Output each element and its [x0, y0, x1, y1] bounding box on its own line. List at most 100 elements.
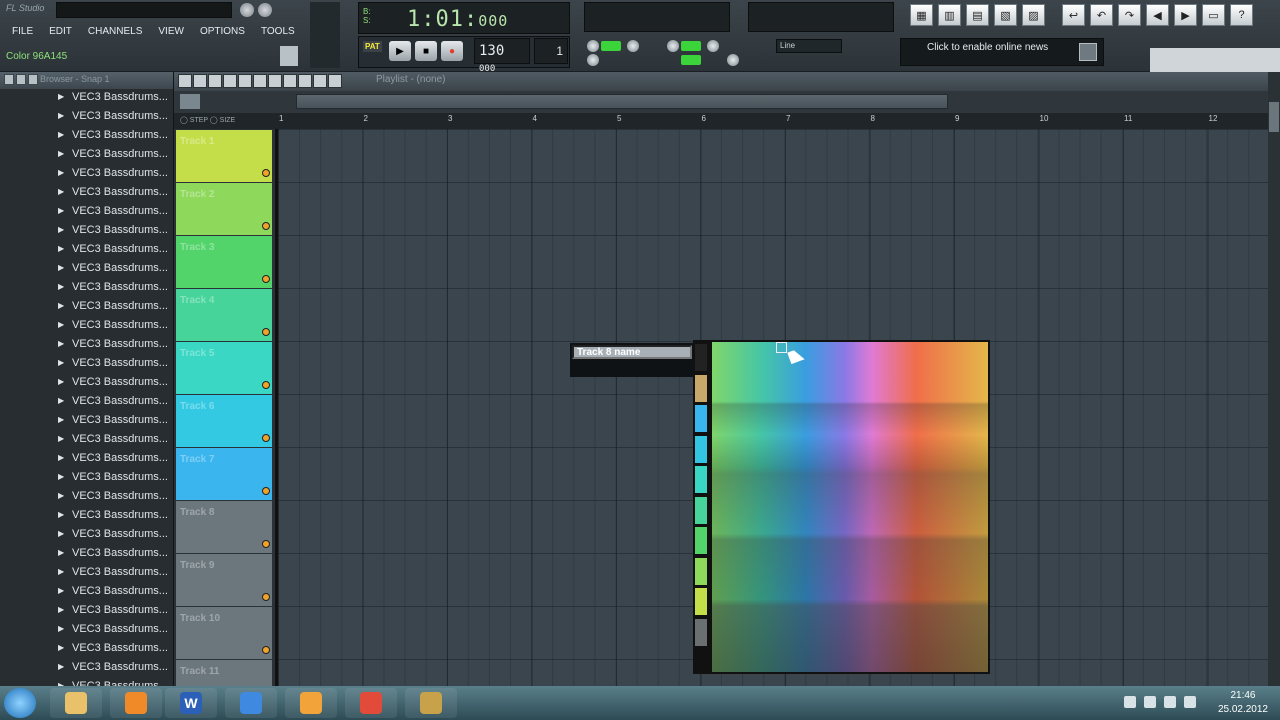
browser-item[interactable]: VEC3 Bassdrums...: [0, 678, 173, 686]
browser-window-icon[interactable]: ▧: [994, 4, 1017, 26]
track-mute-led-icon[interactable]: [262, 434, 270, 442]
wait-for-input-icon[interactable]: [601, 41, 621, 51]
loop-record-icon[interactable]: [707, 40, 719, 52]
main-pitch-knob-icon[interactable]: [258, 3, 272, 17]
track-mute-led-icon[interactable]: [262, 275, 270, 283]
slice-tool-icon[interactable]: [283, 74, 297, 88]
browser-item[interactable]: VEC3 Bassdrums...: [0, 203, 173, 222]
recent-color-swatch[interactable]: [695, 374, 707, 402]
color-selection-handle[interactable]: [776, 342, 787, 353]
zoom-tool-icon[interactable]: [313, 74, 327, 88]
loop-icon[interactable]: ↩: [1062, 4, 1085, 26]
tempo-display[interactable]: 130 000: [474, 38, 530, 74]
browser-options-icon[interactable]: [28, 74, 38, 85]
play-icon[interactable]: ▶: [389, 41, 411, 61]
track-header-options[interactable]: ◯ STEP ◯ SIZE: [174, 113, 278, 129]
horizontal-scrollbar[interactable]: [296, 94, 948, 109]
piano-roll-icon[interactable]: ▤: [966, 4, 989, 26]
browser-item[interactable]: VEC3 Bassdrums...: [0, 545, 173, 564]
playlist-title[interactable]: Playlist - (none): [376, 74, 445, 85]
help-icon[interactable]: ?: [1230, 4, 1253, 26]
recent-color-swatch[interactable]: [695, 588, 707, 615]
browser-item[interactable]: VEC3 Bassdrums...: [0, 146, 173, 165]
record-icon[interactable]: ●: [441, 41, 463, 61]
track-header[interactable]: Track 10: [176, 607, 272, 659]
pattern-selector[interactable]: 1: [534, 38, 568, 64]
metronome-icon[interactable]: [587, 40, 599, 52]
browser-collapse-icon[interactable]: [16, 74, 26, 85]
slip-tool-icon[interactable]: [268, 74, 282, 88]
browser-item[interactable]: VEC3 Bassdrums...: [0, 640, 173, 659]
tray-network-icon[interactable]: [1164, 696, 1176, 708]
recent-color-swatch[interactable]: [695, 496, 707, 524]
paint-tool-icon[interactable]: [223, 74, 237, 88]
track-header[interactable]: Track 2: [176, 183, 272, 235]
taskbar-app-fl-studio[interactable]: [285, 688, 337, 718]
browser-item[interactable]: VEC3 Bassdrums...: [0, 659, 173, 678]
track-name-input[interactable]: [572, 345, 692, 359]
playback-tool-icon[interactable]: [328, 74, 342, 88]
redo-icon[interactable]: ↷: [1118, 4, 1141, 26]
countdown-icon[interactable]: [627, 40, 639, 52]
select-tool-icon[interactable]: [298, 74, 312, 88]
view-mode-icon[interactable]: [180, 94, 200, 109]
tray-flag-icon[interactable]: [1144, 696, 1156, 708]
track-mute-led-icon[interactable]: [262, 593, 270, 601]
browser-item[interactable]: VEC3 Bassdrums...: [0, 526, 173, 545]
panic-icon[interactable]: [727, 54, 739, 66]
multilink-icon[interactable]: [681, 55, 701, 65]
menu-tools[interactable]: TOOLS: [253, 24, 303, 39]
browser-item[interactable]: VEC3 Bassdrums...: [0, 583, 173, 602]
browser-item[interactable]: VEC3 Bassdrums...: [0, 412, 173, 431]
taskbar-app-chrome[interactable]: [345, 688, 397, 718]
master-volume-slider[interactable]: [310, 2, 340, 68]
track-header[interactable]: Track 4: [176, 289, 272, 341]
browser-item[interactable]: VEC3 Bassdrums...: [0, 507, 173, 526]
recent-color-swatch[interactable]: [695, 618, 707, 646]
step-edit-icon[interactable]: [681, 41, 701, 51]
browser-item[interactable]: VEC3 Bassdrums...: [0, 222, 173, 241]
taskbar-app-media[interactable]: [110, 688, 162, 718]
menu-edit[interactable]: EDIT: [41, 24, 80, 39]
mute-tool-icon[interactable]: [253, 74, 267, 88]
typing-keyboard-icon[interactable]: [587, 54, 599, 66]
download-icon[interactable]: [1079, 43, 1097, 61]
snap-selector[interactable]: Line: [776, 39, 842, 53]
browser-item[interactable]: VEC3 Bassdrums...: [0, 108, 173, 127]
vertical-scrollbar[interactable]: [1268, 72, 1280, 686]
tray-volume-icon[interactable]: [1184, 696, 1196, 708]
taskbar-app-fl-bin[interactable]: [405, 688, 457, 718]
forward-icon[interactable]: ▶: [1174, 4, 1197, 26]
playlist-menu-icon[interactable]: [178, 74, 192, 88]
browser-item[interactable]: VEC3 Bassdrums...: [0, 260, 173, 279]
browser-item[interactable]: VEC3 Bassdrums...: [0, 450, 173, 469]
recent-color-swatch[interactable]: [695, 527, 707, 554]
track-mute-led-icon[interactable]: [262, 328, 270, 336]
browser-item[interactable]: VEC3 Bassdrums...: [0, 279, 173, 298]
browser-item[interactable]: VEC3 Bassdrums...: [0, 488, 173, 507]
browser-item[interactable]: VEC3 Bassdrums...: [0, 184, 173, 203]
recent-color-swatch[interactable]: [695, 557, 707, 585]
track-header[interactable]: Track 9: [176, 554, 272, 606]
browser-item[interactable]: VEC3 Bassdrums...: [0, 355, 173, 374]
recent-color-swatch[interactable]: [695, 435, 707, 463]
track-header[interactable]: Track 3: [176, 236, 272, 288]
time-mode-icon[interactable]: B: S:: [363, 7, 371, 25]
menu-file[interactable]: FILE: [4, 24, 41, 39]
track-header[interactable]: Track 8: [176, 501, 272, 553]
menu-view[interactable]: VIEW: [150, 24, 192, 39]
recent-color-swatch[interactable]: [695, 344, 707, 371]
clock[interactable]: 21:46 25.02.2012: [1218, 689, 1268, 717]
browser-item[interactable]: VEC3 Bassdrums...: [0, 165, 173, 184]
pattern-song-mode-toggle[interactable]: PAT: [363, 41, 382, 52]
taskbar-app-word[interactable]: W: [165, 688, 217, 718]
browser-item[interactable]: VEC3 Bassdrums...: [0, 336, 173, 355]
tray-arrow-icon[interactable]: [1124, 696, 1136, 708]
browser-item[interactable]: VEC3 Bassdrums...: [0, 127, 173, 146]
track-mute-led-icon[interactable]: [262, 381, 270, 389]
color-palette[interactable]: [710, 340, 990, 674]
menu-options[interactable]: OPTIONS: [192, 24, 253, 39]
project-info-icon[interactable]: ▭: [1202, 4, 1225, 26]
browser-item[interactable]: VEC3 Bassdrums...: [0, 469, 173, 488]
online-news-panel[interactable]: Click to enable online news: [900, 38, 1104, 66]
